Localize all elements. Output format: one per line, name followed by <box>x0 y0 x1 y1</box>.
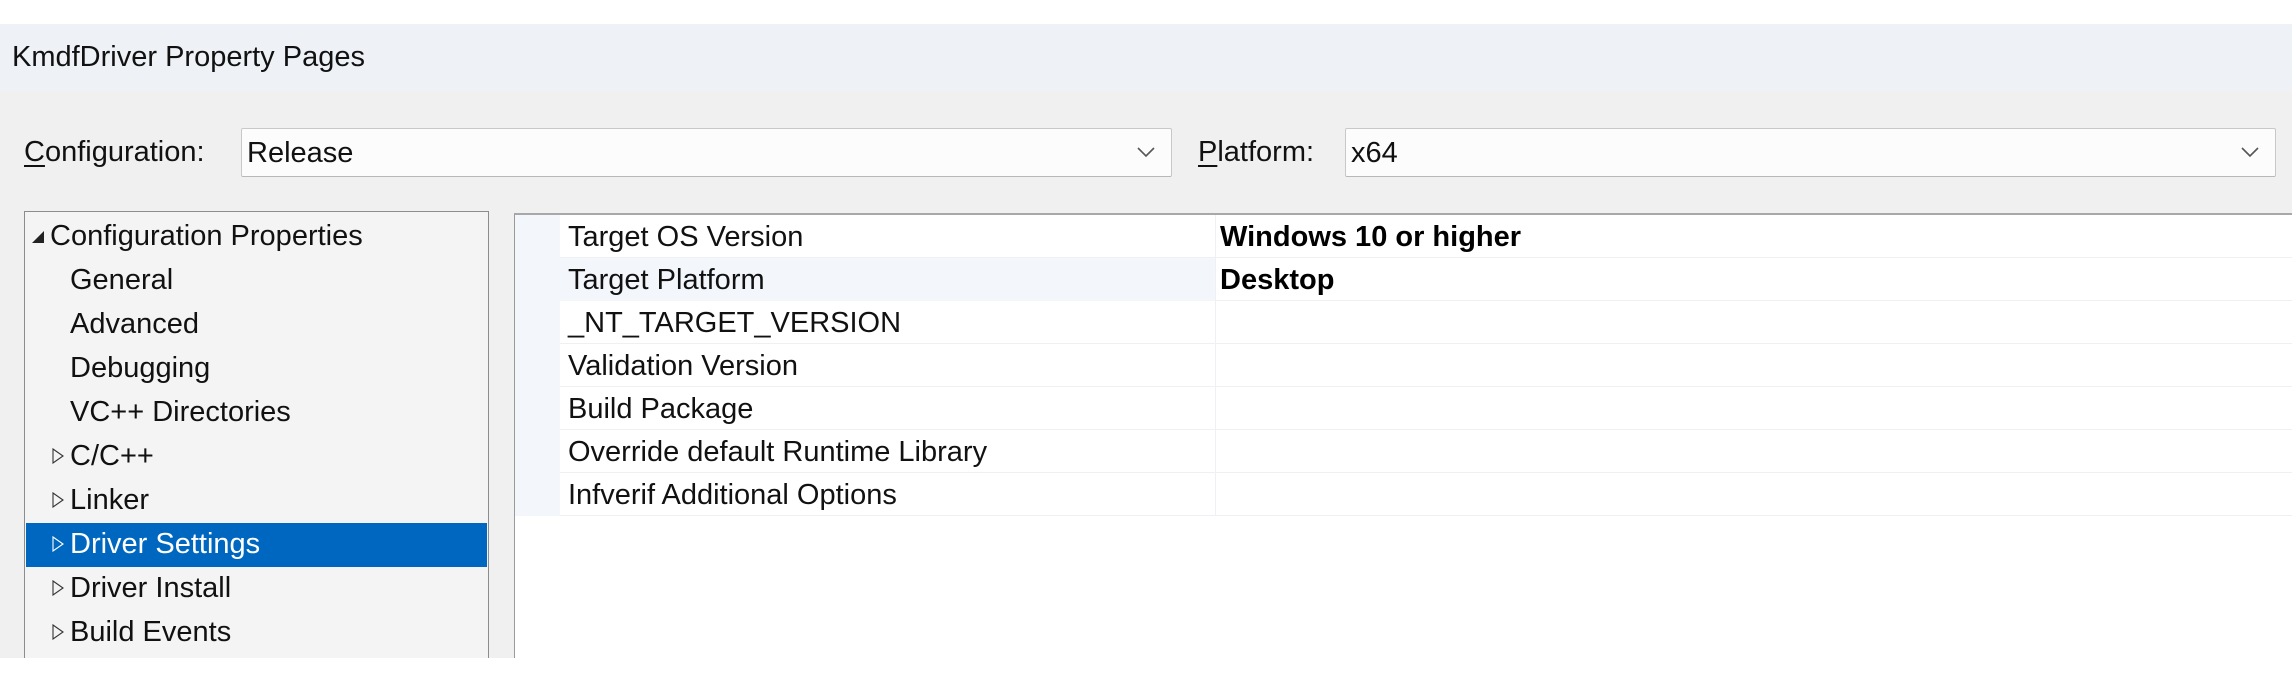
property-row[interactable]: Target OS Version Windows 10 or higher <box>515 215 2292 258</box>
tree-item-label: Driver Install <box>70 572 232 604</box>
platform-value: x64 <box>1351 137 1398 169</box>
tree-item[interactable]: Configuration Properties <box>26 215 487 259</box>
property-name-cell[interactable]: Target OS Version <box>560 215 1216 258</box>
property-name-cell[interactable]: Target Platform <box>560 258 1216 301</box>
property-name: Override default Runtime Library <box>568 436 988 468</box>
property-value-cell[interactable] <box>1216 344 2292 387</box>
collapsed-triangle-icon[interactable] <box>51 580 65 596</box>
tree-item[interactable]: Driver Settings <box>26 523 487 567</box>
tree-item-label: Build Events <box>70 616 232 648</box>
tree-item[interactable]: Linker <box>26 479 487 523</box>
tree-item[interactable]: VC++ Directories <box>26 391 487 435</box>
row-gutter <box>515 387 560 430</box>
platform-label: Platform: <box>1198 136 1314 169</box>
row-gutter <box>515 430 560 473</box>
property-name: Validation Version <box>568 350 799 382</box>
tree-item[interactable]: Debugging <box>26 347 487 391</box>
property-name-cell[interactable]: Override default Runtime Library <box>560 430 1216 473</box>
property-value-cell[interactable] <box>1216 301 2292 344</box>
property-value-cell[interactable] <box>1216 387 2292 430</box>
configuration-label: Configuration: <box>24 136 205 169</box>
chevron-down-icon <box>2241 147 2259 158</box>
tree-item-label: C/C++ <box>70 440 154 472</box>
tree-item-label: VC++ Directories <box>70 396 291 428</box>
configuration-dropdown[interactable]: Release <box>241 128 1172 177</box>
configuration-label-text: onfiguration: <box>44 136 205 168</box>
property-name: _NT_TARGET_VERSION <box>568 307 902 339</box>
property-row[interactable]: Validation Version <box>515 344 2292 387</box>
configuration-value: Release <box>247 137 354 169</box>
property-name: Build Package <box>568 393 754 425</box>
configuration-label-accelerator: C <box>24 136 45 168</box>
property-value: Windows 10 or higher <box>1220 221 1522 253</box>
tree-item[interactable]: Build Events <box>26 611 487 655</box>
property-row[interactable]: Target Platform Desktop <box>515 258 2292 301</box>
property-value-cell[interactable] <box>1216 430 2292 473</box>
chevron-down-icon <box>1137 147 1155 158</box>
tree-item-label: Debugging <box>70 352 211 384</box>
collapsed-triangle-icon[interactable] <box>51 448 65 464</box>
tree-item[interactable]: C/C++ <box>26 435 487 479</box>
property-name: Target Platform <box>568 264 765 296</box>
window-title: KmdfDriver Property Pages <box>12 41 365 73</box>
property-name-cell[interactable]: Build Package <box>560 387 1216 430</box>
property-grid[interactable]: Target OS Version Windows 10 or higher Tar… <box>514 213 2292 658</box>
platform-dropdown[interactable]: x64 <box>1345 128 2276 177</box>
property-row[interactable]: Infverif Additional Options <box>515 473 2292 516</box>
tree-item-label: Driver Settings <box>70 528 261 560</box>
platform-label-text: latform: <box>1217 136 1315 168</box>
tree-item-label: Configuration Properties <box>50 220 363 252</box>
property-name: Target OS Version <box>568 221 804 253</box>
collapsed-triangle-icon[interactable] <box>51 536 65 552</box>
row-gutter <box>515 215 560 258</box>
property-pages-dialog: KmdfDriver Property Pages Configuration:… <box>0 24 2292 658</box>
property-name: Infverif Additional Options <box>568 479 897 511</box>
property-value: Desktop <box>1220 264 1335 296</box>
tree-item[interactable]: Driver Install <box>26 567 487 611</box>
configuration-tree[interactable]: Configuration Properties General Advanced D… <box>24 211 489 658</box>
row-gutter <box>515 473 560 516</box>
title-bar: KmdfDriver Property Pages <box>0 24 2292 91</box>
collapsed-triangle-icon[interactable] <box>51 492 65 508</box>
tree-item-label: General <box>70 264 174 296</box>
property-row[interactable]: Override default Runtime Library <box>515 430 2292 473</box>
tree-item[interactable]: Advanced <box>26 303 487 347</box>
property-name-cell[interactable]: _NT_TARGET_VERSION <box>560 301 1216 344</box>
property-value-cell[interactable]: Windows 10 or higher <box>1216 215 2292 258</box>
row-gutter <box>515 344 560 387</box>
property-value-cell[interactable] <box>1216 473 2292 516</box>
property-name-cell[interactable]: Infverif Additional Options <box>560 473 1216 516</box>
collapsed-triangle-icon[interactable] <box>51 624 65 640</box>
tree-item[interactable]: General <box>26 259 487 303</box>
property-row[interactable]: Build Package <box>515 387 2292 430</box>
row-gutter <box>515 301 560 344</box>
property-value-cell[interactable]: Desktop <box>1216 258 2292 301</box>
property-row[interactable]: _NT_TARGET_VERSION <box>515 301 2292 344</box>
tree-item-label: Linker <box>70 484 149 516</box>
row-gutter <box>515 258 560 301</box>
expanded-triangle-icon[interactable] <box>31 228 45 244</box>
platform-label-accelerator: P <box>1198 136 1218 168</box>
tree-item-label: Advanced <box>70 308 199 340</box>
property-name-cell[interactable]: Validation Version <box>560 344 1216 387</box>
